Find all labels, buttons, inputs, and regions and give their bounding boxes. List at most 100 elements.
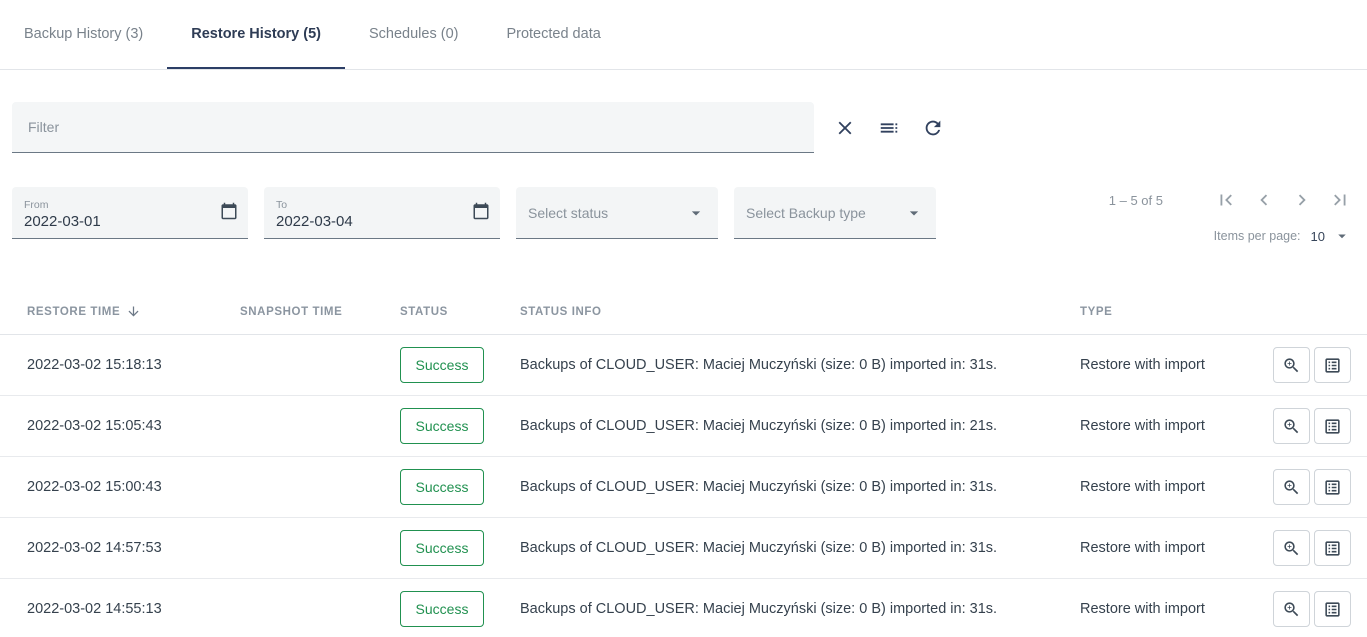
header-snapshot-time: SNAPSHOT TIME [240,306,400,318]
type-cell: Restore with import [1080,357,1251,373]
status-cell: Success [400,347,520,383]
tab-label: Schedules (0) [369,26,458,42]
row-actions [1251,347,1351,383]
chevron-down-icon [1333,227,1351,245]
to-date-input[interactable] [276,213,456,230]
status-select[interactable]: Select status [516,187,718,239]
header-type: TYPE [1080,306,1251,318]
inspect-button[interactable] [1273,408,1310,444]
restore-time-cell: 2022-03-02 15:18:13 [27,357,240,373]
items-per-page-select[interactable]: 10 [1311,227,1351,245]
status-badge[interactable]: Success [400,591,484,627]
to-date-field[interactable]: To [264,187,500,239]
last-page-button[interactable] [1329,189,1351,211]
previous-page-button[interactable] [1253,189,1275,211]
zoom-in-icon [1282,600,1301,619]
first-page-button[interactable] [1215,189,1237,211]
table-row: 2022-03-02 15:00:43 Success Backups of C… [0,457,1367,518]
inspect-button[interactable] [1273,347,1310,383]
report-button[interactable] [1314,530,1351,566]
row-actions [1251,530,1351,566]
report-button[interactable] [1314,469,1351,505]
from-date-input[interactable] [24,213,204,230]
tab-backup-history[interactable]: Backup History (3) [0,0,167,69]
type-cell: Restore with import [1080,418,1251,434]
backup-type-select-placeholder: Select Backup type [746,205,866,221]
table-row: 2022-03-02 15:05:43 Success Backups of C… [0,396,1367,457]
filter-input[interactable] [12,102,814,153]
header-restore-time[interactable]: RESTORE TIME [27,304,240,319]
clear-filter-button[interactable] [832,115,858,141]
sort-descending-icon [126,304,141,319]
calendar-icon [472,202,490,220]
tab-restore-history[interactable]: Restore History (5) [167,0,345,69]
status-badge[interactable]: Success [400,469,484,505]
header-label: TYPE [1080,306,1112,318]
report-icon [1323,478,1342,497]
from-calendar-button[interactable] [220,202,238,220]
pagination-range: 1 – 5 of 5 [1109,193,1163,208]
tab-protected-data[interactable]: Protected data [482,0,624,69]
zoom-in-icon [1282,539,1301,558]
inspect-button[interactable] [1273,530,1310,566]
report-button[interactable] [1314,591,1351,627]
header-label: STATUS INFO [520,306,602,318]
restore-time-cell: 2022-03-02 14:57:53 [27,540,240,556]
status-cell: Success [400,408,520,444]
pagination-controls: 1 – 5 of 5 [1109,189,1351,211]
inspect-button[interactable] [1273,469,1310,505]
pagination: 1 – 5 of 5 [1109,187,1351,245]
status-cell: Success [400,469,520,505]
header-label: SNAPSHOT TIME [240,306,342,318]
tab-schedules[interactable]: Schedules (0) [345,0,482,69]
restore-history-page: Backup History (3) Restore History (5) S… [0,0,1367,637]
type-cell: Restore with import [1080,601,1251,617]
tab-label: Protected data [506,26,600,42]
items-per-page: Items per page: 10 [1214,227,1351,245]
close-icon [834,117,856,139]
report-icon [1323,600,1342,619]
backup-type-select[interactable]: Select Backup type [734,187,936,239]
chevron-right-icon [1291,189,1313,211]
status-badge[interactable]: Success [400,408,484,444]
to-date-label: To [276,199,287,211]
status-select-placeholder: Select status [528,205,608,221]
table-row: 2022-03-02 14:57:53 Success Backups of C… [0,518,1367,579]
zoom-in-icon [1282,356,1301,375]
header-status-info: STATUS INFO [520,306,1080,318]
type-cell: Restore with import [1080,540,1251,556]
report-icon [1323,539,1342,558]
table-row: 2022-03-02 14:55:13 Success Backups of C… [0,579,1367,637]
restore-time-cell: 2022-03-02 14:55:13 [27,601,240,617]
tab-bar: Backup History (3) Restore History (5) S… [0,0,1367,70]
report-button[interactable] [1314,347,1351,383]
report-button[interactable] [1314,408,1351,444]
status-badge[interactable]: Success [400,530,484,566]
chevron-down-icon [904,203,924,223]
filter-section [0,70,1367,153]
restore-time-cell: 2022-03-02 15:00:43 [27,479,240,495]
first-page-icon [1215,189,1237,211]
status-info-cell: Backups of CLOUD_USER: Maciej Muczyński … [520,540,1080,556]
filter-options-button[interactable] [876,115,902,141]
inspect-button[interactable] [1273,591,1310,627]
status-info-cell: Backups of CLOUD_USER: Maciej Muczyński … [520,357,1080,373]
items-per-page-label: Items per page: [1214,229,1301,243]
next-page-button[interactable] [1291,189,1313,211]
header-label: RESTORE TIME [27,306,120,318]
table-body: 2022-03-02 15:18:13 Success Backups of C… [0,335,1367,637]
status-cell: Success [400,530,520,566]
row-actions [1251,469,1351,505]
row-actions [1251,408,1351,444]
refresh-button[interactable] [920,115,946,141]
from-date-label: From [24,199,49,211]
from-date-field[interactable]: From [12,187,248,239]
to-calendar-button[interactable] [472,202,490,220]
status-info-cell: Backups of CLOUD_USER: Maciej Muczyński … [520,601,1080,617]
zoom-in-icon [1282,478,1301,497]
chevron-left-icon [1253,189,1275,211]
header-status: STATUS [400,306,520,318]
status-badge[interactable]: Success [400,347,484,383]
table-header-row: RESTORE TIME SNAPSHOT TIME STATUS STATUS… [0,289,1367,335]
status-cell: Success [400,591,520,627]
